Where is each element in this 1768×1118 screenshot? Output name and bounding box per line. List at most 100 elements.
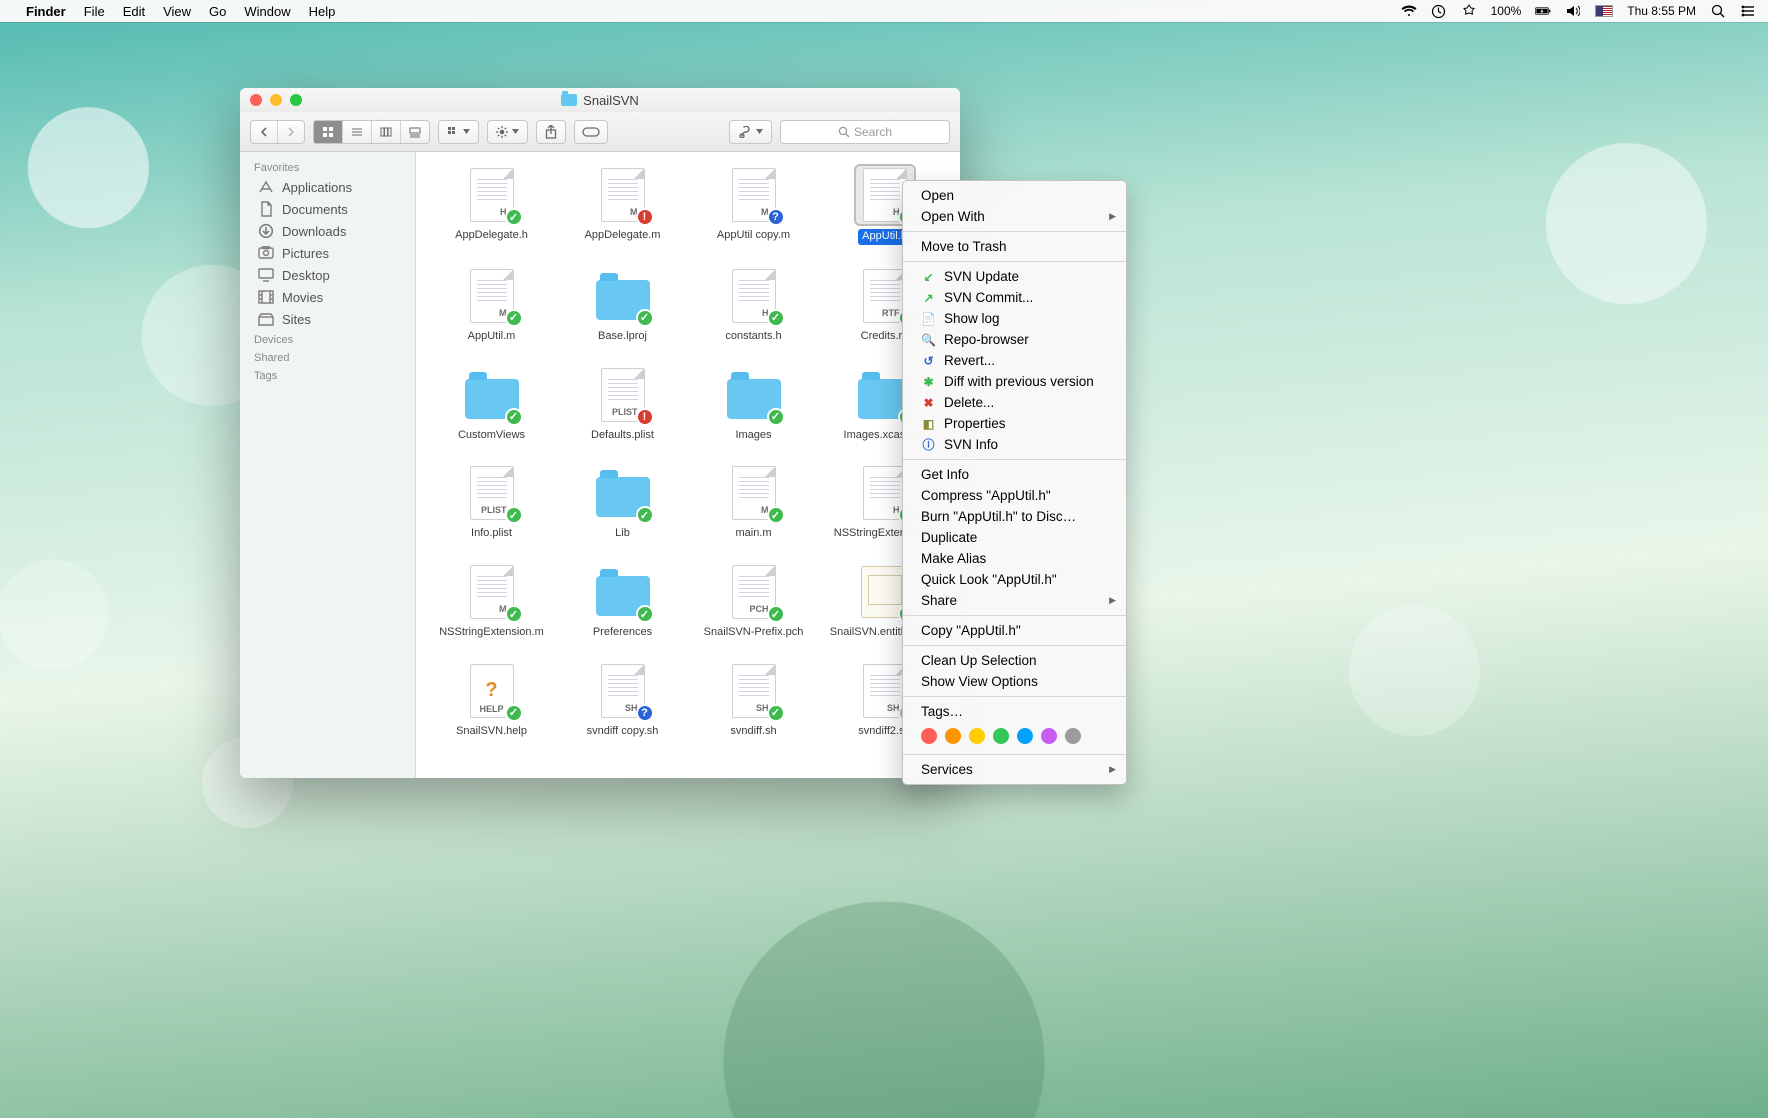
notification-center-icon[interactable]: [1740, 3, 1756, 19]
tag-color-dot[interactable]: [1041, 728, 1057, 744]
file-item[interactable]: M?AppUtil copy.m: [688, 166, 819, 245]
file-label: AppUtil.m: [468, 330, 516, 344]
movies-icon: [258, 289, 274, 305]
share-button[interactable]: [536, 120, 566, 144]
file-item[interactable]: H✓constants.h: [688, 267, 819, 344]
file-item[interactable]: ✓Base.lproj: [557, 267, 688, 344]
spotlight-icon[interactable]: [1710, 3, 1726, 19]
context-menu-item[interactable]: Open: [903, 185, 1126, 206]
context-menu-svn-item[interactable]: ⓘSVN Info: [903, 434, 1126, 455]
context-menu-item[interactable]: Compress "AppUtil.h": [903, 485, 1126, 506]
file-item[interactable]: PCH✓SnailSVN-Prefix.pch: [688, 563, 819, 640]
menubar-extra-icon[interactable]: [1461, 3, 1477, 19]
menubar-window[interactable]: Window: [244, 4, 290, 19]
battery-icon[interactable]: [1535, 3, 1551, 19]
context-menu-item[interactable]: Services: [903, 759, 1126, 780]
context-menu-svn-item[interactable]: ↙SVN Update: [903, 266, 1126, 287]
context-menu-item[interactable]: Move to Trash: [903, 236, 1126, 257]
file-item[interactable]: M✓main.m: [688, 464, 819, 541]
pictures-icon: [258, 245, 274, 261]
file-item[interactable]: ✓Preferences: [557, 563, 688, 640]
file-item[interactable]: PLIST!Defaults.plist: [557, 366, 688, 443]
volume-icon[interactable]: [1565, 3, 1581, 19]
menubar-view[interactable]: View: [163, 4, 191, 19]
view-coverflow-button[interactable]: [401, 121, 429, 143]
sidebar-item-applications[interactable]: Applications: [240, 176, 415, 198]
file-item[interactable]: ✓CustomViews: [426, 366, 557, 443]
context-menu-svn-item[interactable]: ✱Diff with previous version: [903, 371, 1126, 392]
nav-back-button[interactable]: [251, 121, 278, 143]
tag-color-dot[interactable]: [993, 728, 1009, 744]
window-titlebar[interactable]: SnailSVN: [240, 88, 960, 112]
arrange-dropdown[interactable]: [438, 120, 479, 144]
file-item[interactable]: SH?svndiff copy.sh: [557, 662, 688, 739]
context-menu-item[interactable]: Burn "AppUtil.h" to Disc…: [903, 506, 1126, 527]
context-menu-item[interactable]: Get Info: [903, 464, 1126, 485]
view-column-button[interactable]: [372, 121, 401, 143]
doc-icon: M?: [725, 166, 783, 224]
action-dropdown[interactable]: [487, 120, 528, 144]
sidebar-item-documents[interactable]: Documents: [240, 198, 415, 220]
context-menu-svn-item[interactable]: ◧Properties: [903, 413, 1126, 434]
context-menu-item[interactable]: Show View Options: [903, 671, 1126, 692]
context-menu-svn-item[interactable]: ↺Revert...: [903, 350, 1126, 371]
view-list-button[interactable]: [343, 121, 372, 143]
battery-percent[interactable]: 100%: [1491, 4, 1522, 18]
file-item[interactable]: M✓AppUtil.m: [426, 267, 557, 344]
search-field[interactable]: Search: [780, 120, 950, 144]
sidebar-item-sites[interactable]: Sites: [240, 308, 415, 330]
file-item[interactable]: M✓NSStringExtension.m: [426, 563, 557, 640]
file-label: main.m: [735, 527, 771, 541]
svn-status-badge-ok: ✓: [767, 408, 785, 426]
sidebar-item-desktop[interactable]: Desktop: [240, 264, 415, 286]
minimize-window-button[interactable]: [270, 94, 282, 106]
file-item[interactable]: H✓AppDelegate.h: [426, 166, 557, 245]
tag-color-dot[interactable]: [969, 728, 985, 744]
sidebar-item-pictures[interactable]: Pictures: [240, 242, 415, 264]
view-icon-button[interactable]: [314, 121, 343, 143]
tag-color-dot[interactable]: [1065, 728, 1081, 744]
input-source-flag-icon[interactable]: [1595, 5, 1613, 17]
menubar-file[interactable]: File: [84, 4, 105, 19]
file-item[interactable]: ?HELP✓SnailSVN.help: [426, 662, 557, 739]
file-item[interactable]: SH✓svndiff.sh: [688, 662, 819, 739]
timemachine-icon[interactable]: [1431, 3, 1447, 19]
sidebar-item-downloads[interactable]: Downloads: [240, 220, 415, 242]
nav-back-forward: [250, 120, 305, 144]
file-item[interactable]: M!AppDelegate.m: [557, 166, 688, 245]
menubar-edit[interactable]: Edit: [123, 4, 145, 19]
zoom-window-button[interactable]: [290, 94, 302, 106]
context-menu-svn-item[interactable]: 🔍Repo-browser: [903, 329, 1126, 350]
menubar-go[interactable]: Go: [209, 4, 226, 19]
context-menu-item[interactable]: Clean Up Selection: [903, 650, 1126, 671]
file-item[interactable]: ✓Lib: [557, 464, 688, 541]
context-menu-item[interactable]: Open With: [903, 206, 1126, 227]
context-menu-item[interactable]: Make Alias: [903, 548, 1126, 569]
file-item[interactable]: PLIST✓Info.plist: [426, 464, 557, 541]
context-menu-item[interactable]: Copy "AppUtil.h": [903, 620, 1126, 641]
snailsvn-toolbar-dropdown[interactable]: [729, 120, 772, 144]
context-menu-svn-item[interactable]: ↗SVN Commit...: [903, 287, 1126, 308]
nav-forward-button[interactable]: [278, 121, 304, 143]
folder-icon: ✓: [594, 563, 652, 621]
file-item[interactable]: ✓Images: [688, 366, 819, 443]
file-label: AppDelegate.h: [455, 229, 528, 243]
close-window-button[interactable]: [250, 94, 262, 106]
context-menu-item[interactable]: Share: [903, 590, 1126, 611]
menubar-app-name[interactable]: Finder: [26, 4, 66, 19]
tags-button[interactable]: [574, 120, 608, 144]
context-menu-item[interactable]: Duplicate: [903, 527, 1126, 548]
tag-color-dot[interactable]: [921, 728, 937, 744]
context-menu-tags[interactable]: Tags…: [903, 701, 1126, 722]
file-label: AppDelegate.m: [585, 229, 661, 243]
context-menu-svn-item[interactable]: 📄Show log: [903, 308, 1126, 329]
tag-color-dot[interactable]: [945, 728, 961, 744]
finder-icon-grid[interactable]: H✓AppDelegate.hM!AppDelegate.mM?AppUtil …: [416, 152, 960, 778]
menubar-help[interactable]: Help: [309, 4, 336, 19]
sidebar-item-movies[interactable]: Movies: [240, 286, 415, 308]
wifi-icon[interactable]: [1401, 3, 1417, 19]
menubar-clock[interactable]: Thu 8:55 PM: [1627, 4, 1696, 18]
context-menu-item[interactable]: Quick Look "AppUtil.h": [903, 569, 1126, 590]
context-menu-svn-item[interactable]: ✖Delete...: [903, 392, 1126, 413]
tag-color-dot[interactable]: [1017, 728, 1033, 744]
